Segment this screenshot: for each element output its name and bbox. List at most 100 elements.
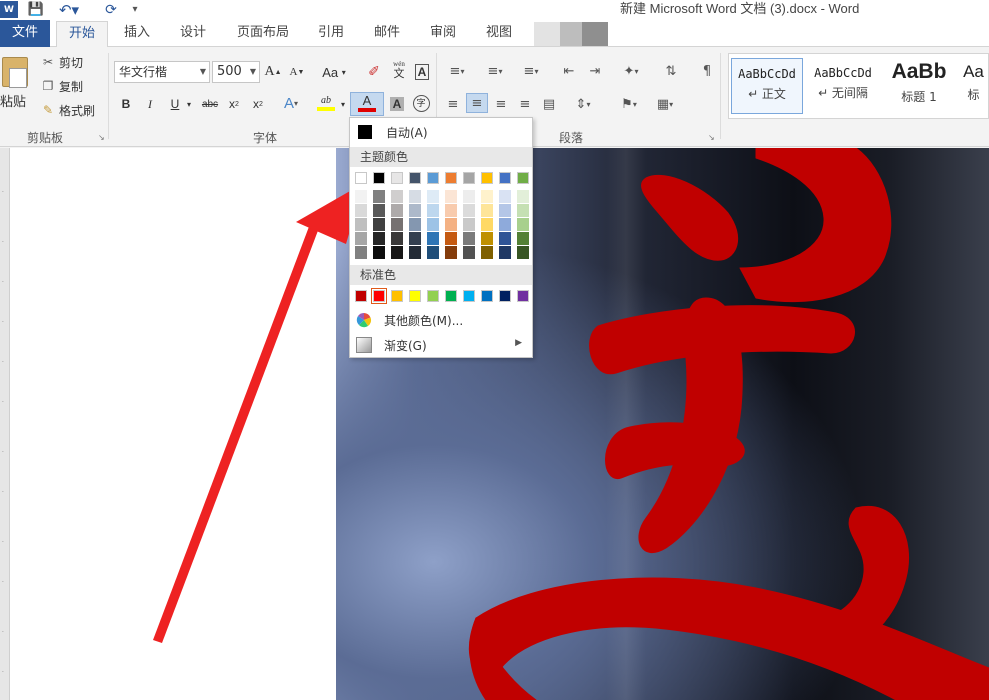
- phonetic-guide-button[interactable]: wén 文: [388, 59, 410, 80]
- tab-home[interactable]: 开始: [56, 21, 108, 48]
- theme-shade-swatch[interactable]: [427, 204, 439, 217]
- borders-icon[interactable]: ▦ ▾: [650, 94, 680, 114]
- bullets-icon[interactable]: ≡ ▾: [442, 61, 472, 81]
- standard-color-swatch[interactable]: [481, 290, 493, 302]
- highlight-button[interactable]: ab: [314, 93, 338, 113]
- standard-color-swatch[interactable]: [499, 290, 511, 302]
- theme-shade-swatch[interactable]: [481, 246, 493, 259]
- character-shading-button[interactable]: A: [388, 94, 406, 114]
- theme-shade-swatch[interactable]: [499, 246, 511, 259]
- standard-color-swatch[interactable]: [427, 290, 439, 302]
- theme-shade-swatch[interactable]: [391, 246, 403, 259]
- highlight-dropdown-icon[interactable]: ▾: [338, 94, 348, 114]
- theme-shade-swatch[interactable]: [517, 232, 529, 245]
- italic-button[interactable]: I: [140, 94, 160, 114]
- more-colors-item[interactable]: 其他颜色(M)...: [350, 308, 532, 332]
- change-case-button[interactable]: Aa ▾: [318, 62, 350, 82]
- theme-shade-swatch[interactable]: [445, 218, 457, 231]
- theme-shade-swatch[interactable]: [463, 204, 475, 217]
- theme-shade-swatch[interactable]: [445, 246, 457, 259]
- theme-shade-swatch[interactable]: [355, 246, 367, 259]
- tab-references[interactable]: 引用: [310, 21, 352, 47]
- theme-shade-swatch[interactable]: [391, 232, 403, 245]
- font-name-select[interactable]: 华文行楷 ▼: [114, 61, 210, 83]
- shading-icon[interactable]: ⚑ ▾: [614, 94, 644, 114]
- theme-shade-swatch[interactable]: [481, 218, 493, 231]
- superscript-button[interactable]: x2: [248, 94, 268, 114]
- theme-shade-swatch[interactable]: [427, 232, 439, 245]
- show-marks-icon[interactable]: ¶: [696, 61, 718, 81]
- underline-button[interactable]: U: [164, 94, 186, 114]
- theme-shade-swatch[interactable]: [517, 204, 529, 217]
- clipboard-launcher-icon[interactable]: ↘: [98, 133, 105, 142]
- tab-review[interactable]: 审阅: [422, 21, 464, 47]
- increase-indent-icon[interactable]: ⇥: [584, 61, 606, 81]
- clear-format-icon[interactable]: ✐: [364, 62, 384, 82]
- theme-shade-swatch[interactable]: [463, 246, 475, 259]
- theme-shade-swatch[interactable]: [445, 204, 457, 217]
- line-spacing-icon[interactable]: ⇕ ▾: [568, 94, 598, 114]
- theme-shade-swatch[interactable]: [409, 218, 421, 231]
- multilevel-list-icon[interactable]: ≡ ▾: [516, 61, 546, 81]
- distributed-icon[interactable]: ▤: [538, 94, 560, 114]
- theme-color-swatch[interactable]: [463, 172, 475, 184]
- theme-color-swatch[interactable]: [373, 172, 385, 184]
- standard-color-swatch[interactable]: [409, 290, 421, 302]
- theme-shade-swatch[interactable]: [409, 204, 421, 217]
- theme-color-swatch[interactable]: [409, 172, 421, 184]
- align-center-icon[interactable]: ≡: [466, 93, 488, 113]
- theme-shade-swatch[interactable]: [373, 190, 385, 203]
- theme-shade-swatch[interactable]: [409, 246, 421, 259]
- theme-shade-swatch[interactable]: [355, 190, 367, 203]
- font-size-select[interactable]: 500 ▼: [212, 61, 260, 83]
- theme-shade-swatch[interactable]: [445, 190, 457, 203]
- standard-color-swatch[interactable]: [445, 290, 457, 302]
- numbering-icon[interactable]: ≡ ▾: [480, 61, 510, 81]
- style-normal[interactable]: AaBbCcDd ↵ 正文: [731, 58, 803, 114]
- document-page[interactable]: [10, 148, 336, 700]
- theme-color-swatch[interactable]: [355, 172, 367, 184]
- theme-shade-swatch[interactable]: [481, 204, 493, 217]
- paste-icon[interactable]: [2, 57, 28, 88]
- tab-view[interactable]: 视图: [478, 21, 520, 47]
- theme-shade-swatch[interactable]: [391, 190, 403, 203]
- theme-shade-swatch[interactable]: [463, 190, 475, 203]
- standard-color-swatch[interactable]: [371, 288, 387, 304]
- style-heading-1[interactable]: AaBb 标题 1: [883, 58, 955, 114]
- theme-shade-swatch[interactable]: [499, 232, 511, 245]
- theme-shade-swatch[interactable]: [481, 232, 493, 245]
- save-icon[interactable]: 💾: [28, 1, 44, 18]
- paragraph-launcher-icon[interactable]: ↘: [708, 133, 715, 142]
- text-effects-button[interactable]: A ▾: [280, 93, 302, 113]
- font-color-button[interactable]: A: [350, 92, 384, 116]
- theme-shade-swatch[interactable]: [373, 204, 385, 217]
- theme-shade-swatch[interactable]: [445, 232, 457, 245]
- grow-font-button[interactable]: A ▲: [264, 62, 282, 82]
- theme-shade-swatch[interactable]: [373, 232, 385, 245]
- tab-layout[interactable]: 页面布局: [228, 21, 298, 47]
- theme-shade-swatch[interactable]: [391, 218, 403, 231]
- theme-color-swatch[interactable]: [517, 172, 529, 184]
- tab-mailings[interactable]: 邮件: [366, 21, 408, 47]
- theme-color-swatch[interactable]: [481, 172, 493, 184]
- copy-button[interactable]: ❐ 复制: [40, 77, 83, 95]
- standard-color-swatch[interactable]: [355, 290, 367, 302]
- theme-shade-swatch[interactable]: [499, 218, 511, 231]
- format-painter-button[interactable]: ✎ 格式刷: [40, 101, 95, 119]
- theme-color-swatch[interactable]: [391, 172, 403, 184]
- tab-file[interactable]: 文件: [0, 20, 50, 47]
- theme-shade-swatch[interactable]: [463, 218, 475, 231]
- theme-shade-swatch[interactable]: [427, 218, 439, 231]
- theme-color-swatch[interactable]: [427, 172, 439, 184]
- redo-icon[interactable]: ⟳: [102, 1, 120, 18]
- theme-shade-swatch[interactable]: [463, 232, 475, 245]
- theme-shade-swatch[interactable]: [391, 204, 403, 217]
- bold-button[interactable]: B: [116, 94, 136, 114]
- paste-button[interactable]: 粘贴: [0, 91, 26, 110]
- theme-shade-swatch[interactable]: [355, 232, 367, 245]
- theme-shade-swatch[interactable]: [517, 246, 529, 259]
- tab-insert[interactable]: 插入: [116, 21, 158, 47]
- undo-icon[interactable]: ↶▾: [58, 1, 80, 19]
- shrink-font-button[interactable]: A ▼: [288, 62, 306, 82]
- theme-shade-swatch[interactable]: [427, 190, 439, 203]
